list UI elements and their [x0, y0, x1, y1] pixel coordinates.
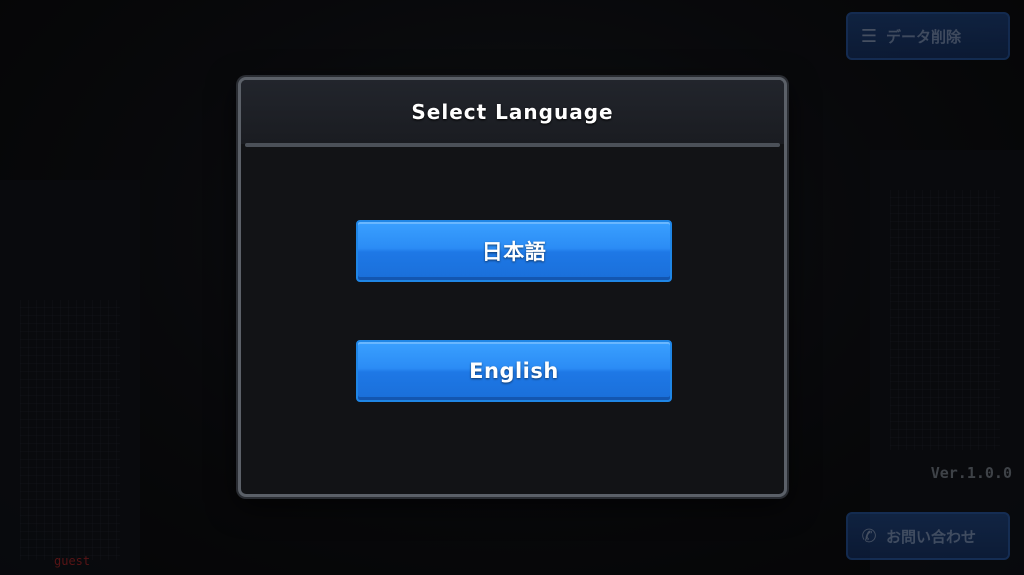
japanese-language-button[interactable]: 日本語: [356, 220, 672, 282]
phone-icon: ✆: [861, 525, 877, 547]
user-id-label: guest: [54, 554, 91, 568]
game-screen: ☰ データ削除 Ver.1.0.0 ✆ お問い合わせ guest Select …: [0, 0, 1024, 575]
english-language-button[interactable]: English: [356, 340, 672, 402]
database-icon: ☰: [860, 25, 878, 47]
dialog-divider: [245, 143, 780, 147]
version-label: Ver.1.0.0: [930, 464, 1012, 482]
data-delete-label: データ削除: [886, 27, 962, 46]
contact-button: ✆ お問い合わせ: [846, 512, 1010, 560]
data-delete-button: ☰ データ削除: [846, 12, 1010, 60]
japanese-language-label: 日本語: [481, 240, 547, 264]
contact-label: お問い合わせ: [886, 527, 977, 546]
dialog-header: Select Language: [241, 80, 784, 144]
language-dialog: Select Language 日本語 English: [238, 77, 787, 497]
english-language-label: English: [469, 359, 559, 383]
dialog-title: Select Language: [411, 100, 614, 124]
